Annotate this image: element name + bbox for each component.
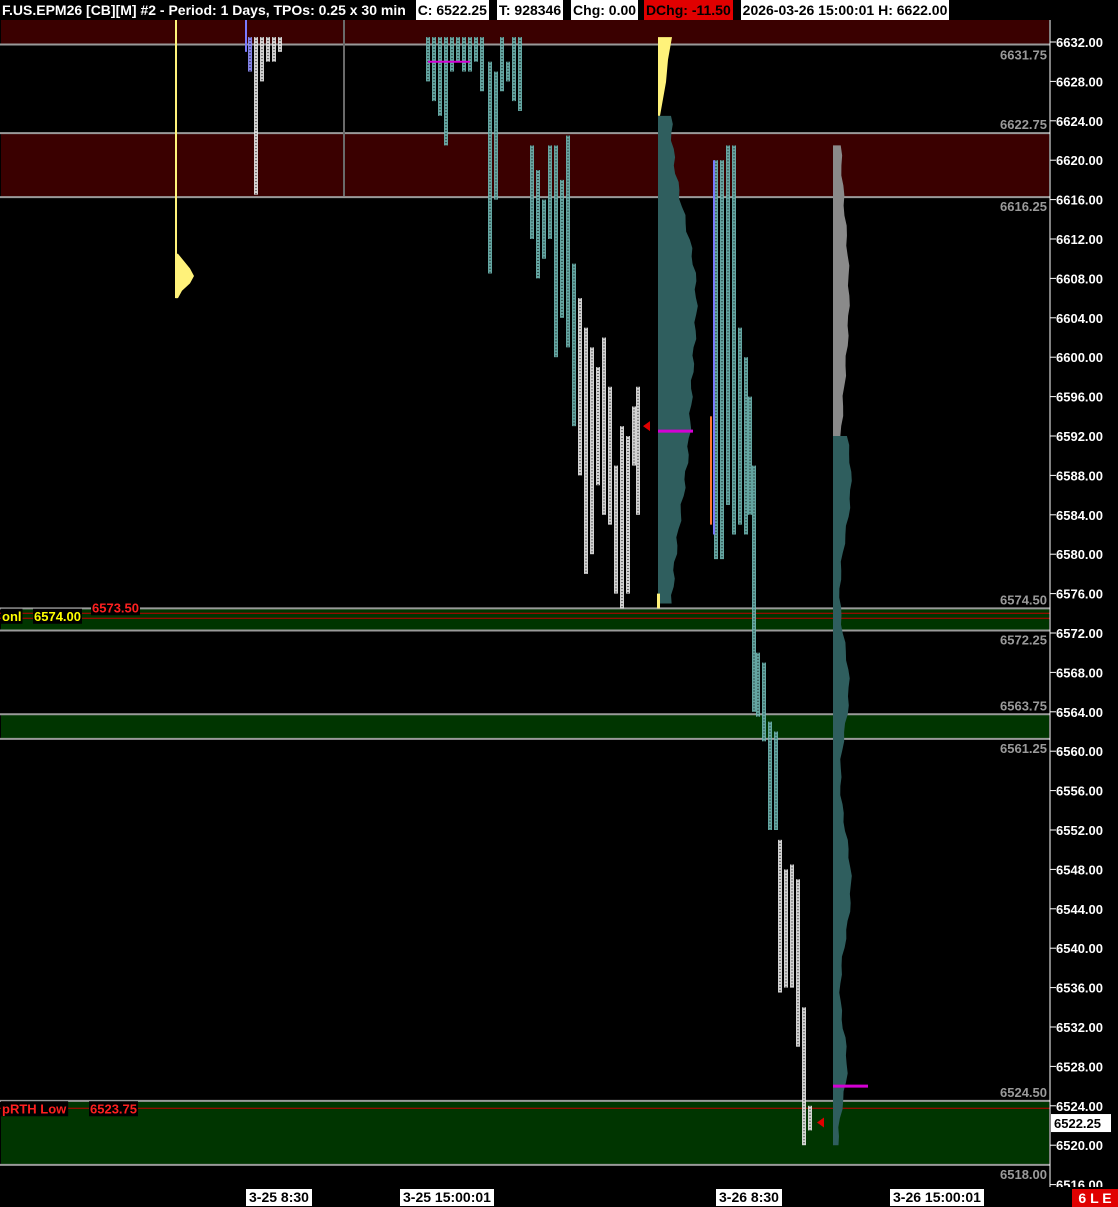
price-tick-label: 6572.00 [1056,626,1103,641]
tpo-column [632,406,636,466]
price-tick-label: 6524.00 [1056,1099,1103,1114]
price-tick-label: 6544.00 [1056,902,1103,917]
tpo-column [530,145,534,239]
price-tick-label: 6588.00 [1056,468,1103,483]
tpo-column [590,347,594,555]
prth-low-label: pRTH Low [2,1101,67,1116]
tpo-column [450,37,454,72]
zone-price-label: 6616.25 [1000,199,1047,214]
zones-layer: 6631.75 6622.75 6616.25 6574.50 6572.25 6563.… [0,20,1050,1182]
tpo-columns [248,37,812,1146]
zone-price-label: 6572.25 [1000,633,1047,648]
price-tick-label: 6552.00 [1056,823,1103,838]
price-tick-label: 6536.00 [1056,981,1103,996]
time-label: 3-25 8:30 [246,1189,312,1206]
price-tick-label: 6624.00 [1056,114,1103,129]
profile-yellow-spine [175,20,177,299]
zone-band [1,20,1049,45]
tpo-column [726,145,730,505]
price-tick-label: 6612.00 [1056,232,1103,247]
price-tick-label: 6548.00 [1056,862,1103,877]
price-tick-label: 6568.00 [1056,665,1103,680]
tpo-column [548,145,552,239]
price-tick-label: 6576.00 [1056,587,1103,602]
profile-tail [657,593,660,609]
prth-low-value: 6523.75 [90,1101,137,1116]
price-tick-label: 6632.00 [1056,35,1103,50]
close-marker [643,421,650,432]
price-tick-label: 6540.00 [1056,941,1103,956]
price-axis[interactable]: 6632.00 6628.00 6624.00 6620.00 6616.00 6612.… [1049,20,1118,1193]
price-tick-label: 6564.00 [1056,705,1103,720]
price-tick-label: 6592.00 [1056,429,1103,444]
zone-price-label: 6622.75 [1000,117,1047,132]
onl-value: 6574.00 [34,609,81,624]
price-tick-label: 6556.00 [1056,784,1103,799]
price-tick-label: 6532.00 [1056,1020,1103,1035]
zone-price-label: 6524.50 [1000,1085,1047,1100]
zone-price-label: 6561.25 [1000,741,1047,756]
price-tick-label: 6596.00 [1056,390,1103,405]
price-tick-label: 6528.00 [1056,1059,1103,1074]
time-axis[interactable]: 3-25 8:30 3-25 15:00:01 3-26 8:30 3-26 1… [0,1187,1118,1207]
onl-red-value: 6573.50 [92,600,139,615]
profile-yellow-top [658,37,672,116]
time-label: 3-26 15:00:01 [890,1189,984,1206]
zone-price-label: 6563.75 [1000,698,1047,713]
price-tick-label: 6608.00 [1056,271,1103,286]
daily-change-label: DChg: [645,2,688,18]
price-tick-label: 6520.00 [1056,1138,1103,1153]
level-labels: onl 6574.00 6573.50 pRTH Low 6523.75 [1,600,140,1117]
tpo-column [784,869,788,988]
price-tick-label: 6584.00 [1056,508,1103,523]
tpo-column [596,367,600,486]
price-tick-label: 6604.00 [1056,311,1103,326]
price-tick-label: 6616.00 [1056,193,1103,208]
price-tick-label: 6560.00 [1056,744,1103,759]
high-price: H: 6622.00 [876,0,950,20]
zone-band [1,608,1049,631]
daily-change: DChg: -11.50 [643,0,733,20]
zone-band [1,714,1049,739]
total-volume: T: 928346 [496,0,564,20]
tpo-column [462,37,466,72]
chart-header: F.US.EPM26 [CB][M] #2 - Period: 1 Days, … [0,0,1053,20]
zone-price-label: 6574.50 [1000,592,1047,607]
onl-label: onl [2,609,22,624]
profile-teal-lower [833,436,852,1146]
price-tick-label: 6628.00 [1056,74,1103,89]
daily-change-value: -11.50 [691,2,731,18]
zone-price-label: 6631.75 [1000,47,1047,62]
zone-band [1,133,1049,198]
close-price: C: 6522.25 [415,0,489,20]
profile-yellow [176,253,194,299]
chart-status-badge[interactable]: 6 L E [1072,1189,1118,1207]
zone-band [1,1100,1049,1165]
tpo-column [738,327,742,525]
time-label: 3-26 8:30 [716,1189,782,1206]
zone-price-label: 6518.00 [1000,1167,1047,1182]
tpo-chart[interactable]: 6631.75 6622.75 6616.25 6574.50 6572.25 6563.… [0,0,1118,1207]
current-price-label: 6522.25 [1054,1116,1101,1131]
time-label: 3-25 15:00:01 [400,1189,494,1206]
price-tick-label: 6600.00 [1056,350,1103,365]
chart-title: F.US.EPM26 [CB][M] #2 - Period: 1 Days, … [2,2,406,18]
tpo-column [468,37,472,72]
price-tick-label: 6580.00 [1056,547,1103,562]
price-tick-label: 6620.00 [1056,153,1103,168]
tpo-column [248,37,252,72]
bar-datetime: 2026-03-26 15:00:01 [740,0,877,20]
change-value: Chg: 0.00 [571,0,639,20]
tpo-column [748,396,752,515]
tpo-column [796,879,800,1047]
tpo-column [542,199,546,259]
tpo-column [774,731,778,830]
